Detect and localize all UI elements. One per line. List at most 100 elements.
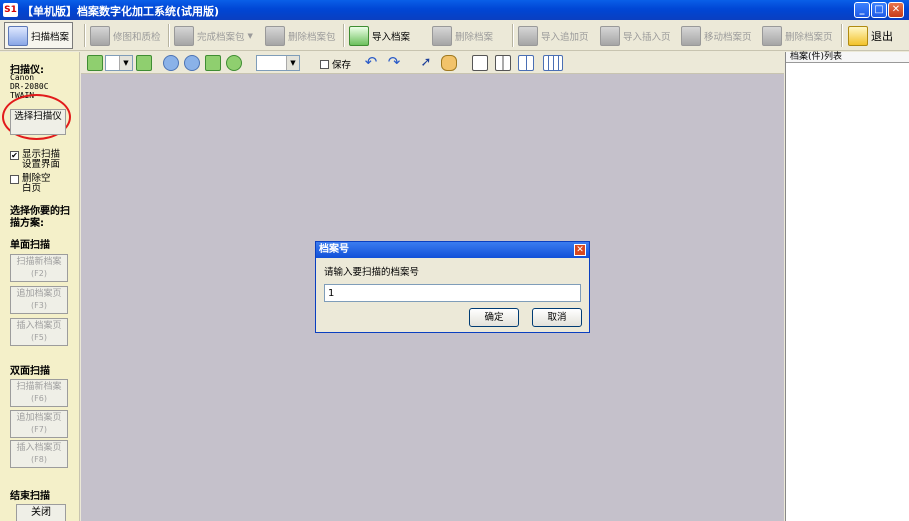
end-scan-label: 结束扫描 [10, 491, 50, 502]
move-page-button[interactable]: 移动档案页 [681, 22, 752, 49]
double-append-button[interactable]: 追加档案页 (F7) [10, 410, 68, 438]
dialog-prompt: 请输入要扫描的档案号 [324, 267, 420, 278]
single-scan-new-label: 扫描新档案 [16, 257, 62, 267]
show-settings-label: 显示扫描设置界面 [22, 149, 61, 170]
chevron-down-icon: ▼ [247, 31, 253, 40]
double-append-key: (F7) [31, 425, 47, 434]
fit-width-icon[interactable] [205, 55, 221, 71]
scan-archive-button[interactable]: 扫描档案 [4, 22, 74, 49]
delete-archive-button[interactable]: 删除档案 [432, 22, 493, 49]
single-scan-new-button[interactable]: 扫描新档案 (F2) [10, 254, 68, 282]
prev-page-icon[interactable] [87, 55, 103, 71]
single-insert-button[interactable]: 插入档案页 (F5) [10, 318, 68, 346]
delete-blank-label: 删除空白页 [22, 173, 51, 194]
single-scan-new-key: (F2) [31, 269, 47, 278]
save-checkbox[interactable]: 保存 [320, 57, 351, 71]
import-archive-label: 导入档案 [372, 31, 411, 43]
show-settings-checkbox[interactable]: ✔ 显示扫描设置界面 [10, 150, 76, 170]
fit-page-icon[interactable] [226, 55, 242, 71]
folder-icon [174, 25, 194, 46]
delete-page-button[interactable]: 删除档案页 [762, 22, 833, 49]
choose-scheme-label: 选择你要的扫描方案: [10, 206, 70, 229]
toolbar-separator [841, 24, 843, 47]
app-window: S1 【单机版】档案数字化加工系统(试用版) _ □ ✕ 扫描档案 修图和质检 … [0, 0, 909, 521]
delete-folder-icon [265, 25, 285, 46]
grid-view-icon[interactable] [518, 55, 534, 71]
double-scan-new-key: (F6) [31, 394, 47, 403]
hand-pan-icon[interactable] [441, 55, 457, 71]
toolbar-separator [343, 24, 345, 47]
single-view-icon[interactable] [472, 55, 488, 71]
page-select[interactable]: ▼ [105, 55, 133, 71]
save-label: 保存 [332, 60, 352, 71]
double-insert-key: (F8) [31, 455, 47, 464]
zoom-in-icon[interactable] [163, 55, 179, 71]
delete-page-icon [762, 25, 782, 46]
undo-icon[interactable]: ↶ [363, 55, 379, 71]
delete-blank-checkbox[interactable]: 删除空白页 [10, 174, 70, 194]
chevron-down-icon: ▼ [119, 56, 132, 70]
maximize-button[interactable]: □ [871, 2, 887, 18]
single-insert-label: 插入档案页 [16, 321, 62, 331]
zoom-out-icon[interactable] [184, 55, 200, 71]
finish-package-label: 完成档案包 [197, 31, 245, 43]
view-toolbar: ▼ ▼ 保存 ↶ ↷ ➚ [81, 52, 784, 74]
toolbar-separator [512, 24, 514, 47]
double-scan-new-label: 扫描新档案 [16, 382, 62, 392]
ok-button[interactable]: 确定 [469, 308, 519, 327]
double-scan-label: 双面扫描 [10, 366, 50, 377]
archive-list-header: 档案(件)列表 [786, 52, 909, 63]
pointer-icon[interactable]: ➚ [418, 55, 434, 71]
edit-quality-label: 修图和质检 [113, 31, 161, 43]
import-append-label: 导入追加页 [541, 31, 589, 43]
archive-number-input[interactable] [324, 284, 581, 302]
thumbnail-view-icon[interactable] [543, 55, 563, 71]
exit-person-icon [848, 25, 868, 46]
toolbar-separator [168, 24, 170, 47]
single-append-button[interactable]: 追加档案页 (F3) [10, 286, 68, 314]
dialog-close-icon[interactable]: ✕ [574, 244, 586, 256]
chevron-down-icon: ▼ [286, 56, 299, 70]
archive-list-panel: 档案(件)列表 [785, 52, 909, 521]
import-archive-button[interactable]: 导入档案 [349, 22, 410, 49]
delete-package-label: 删除档案包 [288, 31, 336, 43]
main-toolbar: 扫描档案 修图和质检 完成档案包 ▼ 删除档案包 导入档案 删除档案 导入追加页… [0, 20, 909, 51]
import-insert-button[interactable]: 导入插入页 [600, 22, 671, 49]
checkmark-icon: ✔ [10, 151, 19, 160]
scanner-icon [8, 25, 28, 46]
append-page-icon [518, 25, 538, 46]
finish-package-button[interactable]: 完成档案包 ▼ [174, 22, 253, 49]
title-bar: S1 【单机版】档案数字化加工系统(试用版) _ □ ✕ [0, 0, 909, 20]
zoom-select[interactable]: ▼ [256, 55, 300, 71]
minimize-button[interactable]: _ [854, 2, 870, 18]
exit-button[interactable]: 退出 [848, 22, 893, 49]
single-append-label: 追加档案页 [16, 289, 62, 299]
cancel-button[interactable]: 取消 [532, 308, 582, 327]
double-insert-button[interactable]: 插入档案页 (F8) [10, 440, 68, 468]
import-append-button[interactable]: 导入追加页 [518, 22, 589, 49]
move-page-icon [681, 25, 701, 46]
double-view-icon[interactable] [495, 55, 511, 71]
double-append-label: 追加档案页 [16, 413, 62, 423]
app-logo-icon: S1 [3, 3, 18, 17]
delete-icon [432, 25, 452, 46]
edit-quality-button[interactable]: 修图和质检 [90, 22, 161, 49]
next-page-icon[interactable] [136, 55, 152, 71]
scan-control-panel: 扫描仪: Canon DR-2080C TWAIN 选择扫描仪 ✔ 显示扫描设置… [0, 52, 80, 521]
select-scanner-button[interactable]: 选择扫描仪 [10, 109, 66, 135]
empty-checkbox-icon [10, 175, 19, 184]
exit-label: 退出 [871, 29, 893, 43]
image-edit-icon [90, 25, 110, 46]
single-insert-key: (F5) [31, 333, 47, 342]
dialog-title: 档案号 [316, 242, 589, 258]
close-scan-button[interactable]: 关闭 [16, 504, 66, 521]
single-append-key: (F3) [31, 301, 47, 310]
close-window-button[interactable]: ✕ [888, 2, 904, 18]
double-scan-new-button[interactable]: 扫描新档案 (F6) [10, 379, 68, 407]
redo-icon[interactable]: ↷ [386, 55, 402, 71]
delete-package-button[interactable]: 删除档案包 [265, 22, 336, 49]
window-title: 【单机版】档案数字化加工系统(试用版) [22, 5, 220, 18]
single-scan-label: 单面扫描 [10, 240, 50, 251]
double-insert-label: 插入档案页 [16, 443, 62, 453]
import-insert-label: 导入插入页 [623, 31, 671, 43]
